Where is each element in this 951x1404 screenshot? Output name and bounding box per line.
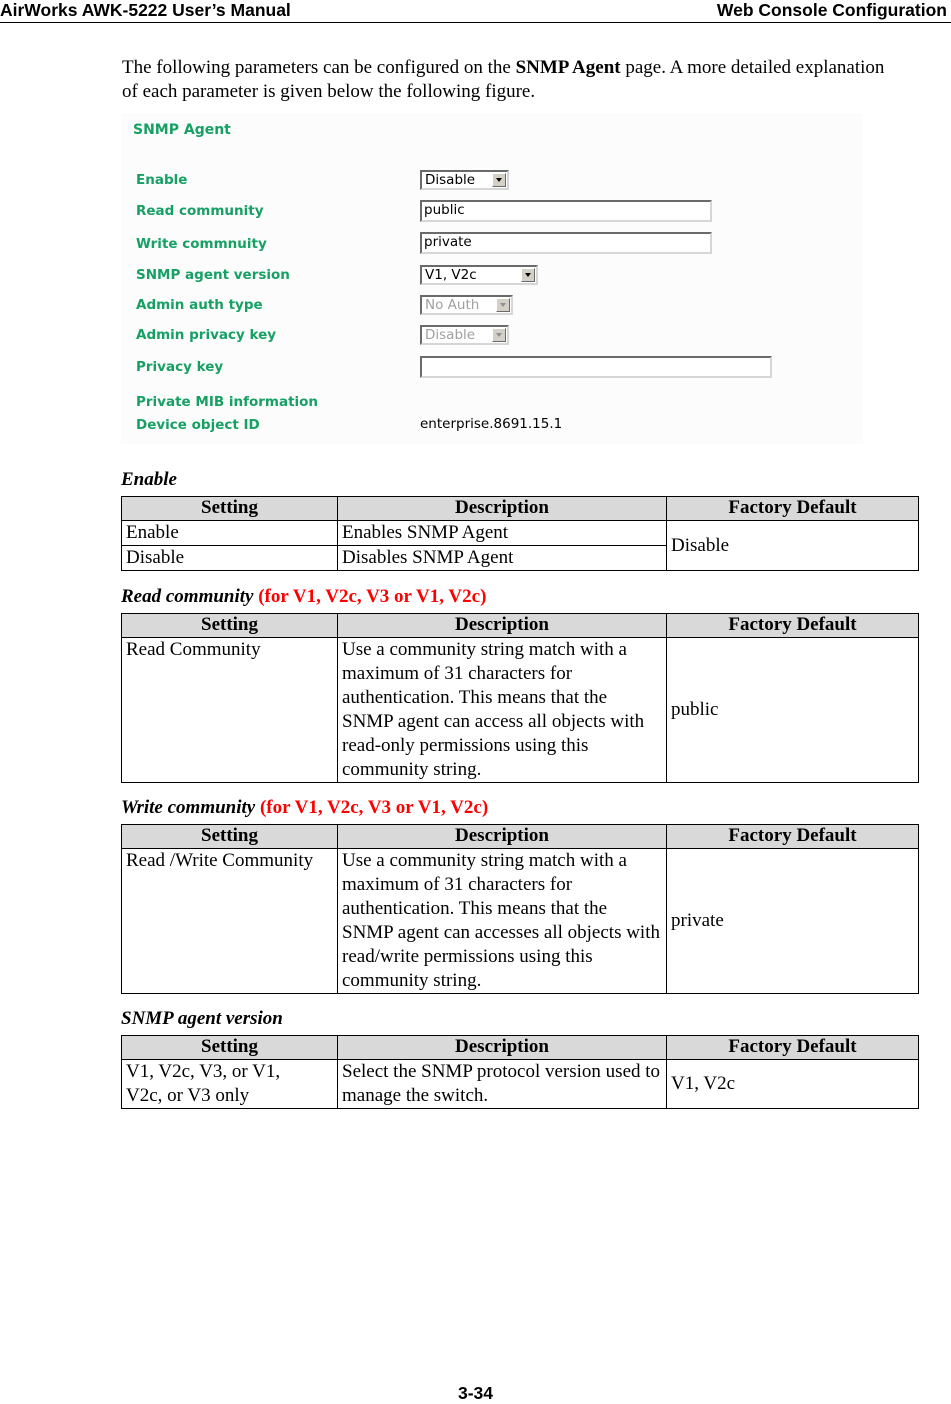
privacy-key-input[interactable] — [420, 356, 772, 378]
section-qualifier: (for V1, V2c, V3 or V1, V2c) — [258, 586, 487, 607]
label-read-community: Read community — [136, 203, 264, 219]
header-factory-default: Factory Default — [666, 824, 919, 849]
admin-auth-type-select: No Auth — [420, 295, 513, 315]
header-factory-default: Factory Default — [666, 496, 919, 521]
section-title-write-community: Write community (for V1, V2c, V3 or V1, … — [121, 797, 488, 819]
description-cell: Use a community string match with a maxi… — [337, 637, 667, 783]
header-setting: Setting — [121, 1035, 338, 1060]
table-header-row: Setting Description Factory Default — [121, 1035, 919, 1060]
section-title-enable: Enable — [121, 469, 177, 491]
description-cell: Select the SNMP protocol version used to… — [337, 1059, 667, 1109]
enable-select[interactable]: Disable — [420, 170, 509, 190]
section-name: SNMP agent version — [121, 1008, 283, 1029]
factory-default-cell: private — [666, 848, 919, 994]
read-community-input[interactable]: public — [420, 200, 712, 222]
table-header-row: Setting Description Factory Default — [121, 824, 919, 849]
table-header-row: Setting Description Factory Default — [121, 613, 919, 638]
dropdown-arrow-icon[interactable] — [492, 173, 506, 187]
header-setting: Setting — [121, 613, 338, 638]
table-row: V1, V2c, V3, or V1, V2c, or V3 only Sele… — [121, 1059, 919, 1109]
factory-default-cell: public — [666, 637, 919, 783]
dropdown-arrow-icon[interactable] — [521, 268, 535, 282]
header-description: Description — [337, 496, 667, 521]
description-cell: Enables SNMP Agent — [337, 520, 667, 546]
header-description: Description — [337, 824, 667, 849]
label-admin-auth-type: Admin auth type — [136, 297, 263, 313]
admin-auth-type-value: No Auth — [425, 297, 480, 313]
intro-paragraph: The following parameters can be configur… — [122, 56, 902, 104]
enable-select-value: Disable — [425, 172, 476, 188]
section-qualifier: (for V1, V2c, V3 or V1, V2c) — [259, 797, 489, 818]
snmp-agent-version-select[interactable]: V1, V2c — [420, 265, 538, 285]
setting-cell: Disable — [121, 545, 338, 571]
table-row: Enable Enables SNMP Agent Disable — [121, 520, 919, 571]
dropdown-arrow-icon — [496, 298, 510, 312]
label-private-mib-information: Private MIB information — [136, 394, 319, 410]
section-name: Enable — [121, 469, 177, 490]
admin-privacy-key-select: Disable — [420, 325, 509, 345]
enable-table: Setting Description Factory Default Enab… — [121, 496, 919, 571]
label-device-object-id: Device object ID — [136, 417, 260, 433]
header-setting: Setting — [121, 824, 338, 849]
admin-privacy-key-value: Disable — [425, 327, 476, 343]
header-setting: Setting — [121, 496, 338, 521]
dropdown-arrow-icon — [492, 328, 506, 342]
section-title-snmp-agent-version: SNMP agent version — [121, 1008, 283, 1030]
setting-cell: Read /Write Community — [121, 848, 338, 994]
chapter-title: Web Console Configuration — [716, 0, 947, 20]
description-cell: Disables SNMP Agent — [337, 545, 667, 571]
read-community-table: Setting Description Factory Default Read… — [121, 613, 919, 783]
snmp-agent-version-table: Setting Description Factory Default V1, … — [121, 1035, 919, 1109]
factory-default-cell: V1, V2c — [666, 1059, 919, 1109]
page-header: AirWorks AWK-5222 User’s Manual Web Cons… — [0, 0, 951, 23]
setting-cell: V1, V2c, V3, or V1, V2c, or V3 only — [121, 1059, 338, 1109]
header-factory-default: Factory Default — [666, 1035, 919, 1060]
section-title-read-community: Read community (for V1, V2c, V3 or V1, V… — [121, 586, 486, 608]
intro-text-start: The following parameters can be configur… — [122, 57, 516, 78]
label-write-community: Write commnuity — [136, 236, 267, 252]
factory-default-cell: Disable — [666, 520, 919, 571]
device-object-id-value: enterprise.8691.15.1 — [420, 416, 563, 432]
label-snmp-agent-version: SNMP agent version — [136, 267, 290, 283]
label-admin-privacy-key: Admin privacy key — [136, 327, 277, 343]
figure-title: SNMP Agent — [133, 122, 231, 138]
table-row: Read /Write Community Use a community st… — [121, 848, 919, 994]
header-description: Description — [337, 613, 667, 638]
manual-title: AirWorks AWK-5222 User’s Manual — [0, 0, 291, 20]
description-cell: Use a community string match with a maxi… — [337, 848, 667, 994]
intro-bold-term: SNMP Agent — [515, 57, 621, 78]
header-factory-default: Factory Default — [666, 613, 919, 638]
page-number: 3-34 — [457, 1383, 494, 1403]
write-community-input[interactable]: private — [420, 232, 712, 254]
table-row: Read Community Use a community string ma… — [121, 637, 919, 783]
snmp-agent-version-value: V1, V2c — [425, 267, 477, 283]
write-community-table: Setting Description Factory Default Read… — [121, 824, 919, 994]
setting-cell: Read Community — [121, 637, 338, 783]
snmp-agent-figure: SNMP Agent Enable Disable Read community… — [121, 113, 863, 444]
section-name: Write community — [121, 797, 256, 818]
label-privacy-key: Privacy key — [136, 359, 224, 375]
label-enable: Enable — [136, 172, 188, 188]
table-header-row: Setting Description Factory Default — [121, 496, 919, 521]
setting-cell: Enable — [121, 520, 338, 546]
section-name: Read community — [121, 586, 254, 607]
header-description: Description — [337, 1035, 667, 1060]
